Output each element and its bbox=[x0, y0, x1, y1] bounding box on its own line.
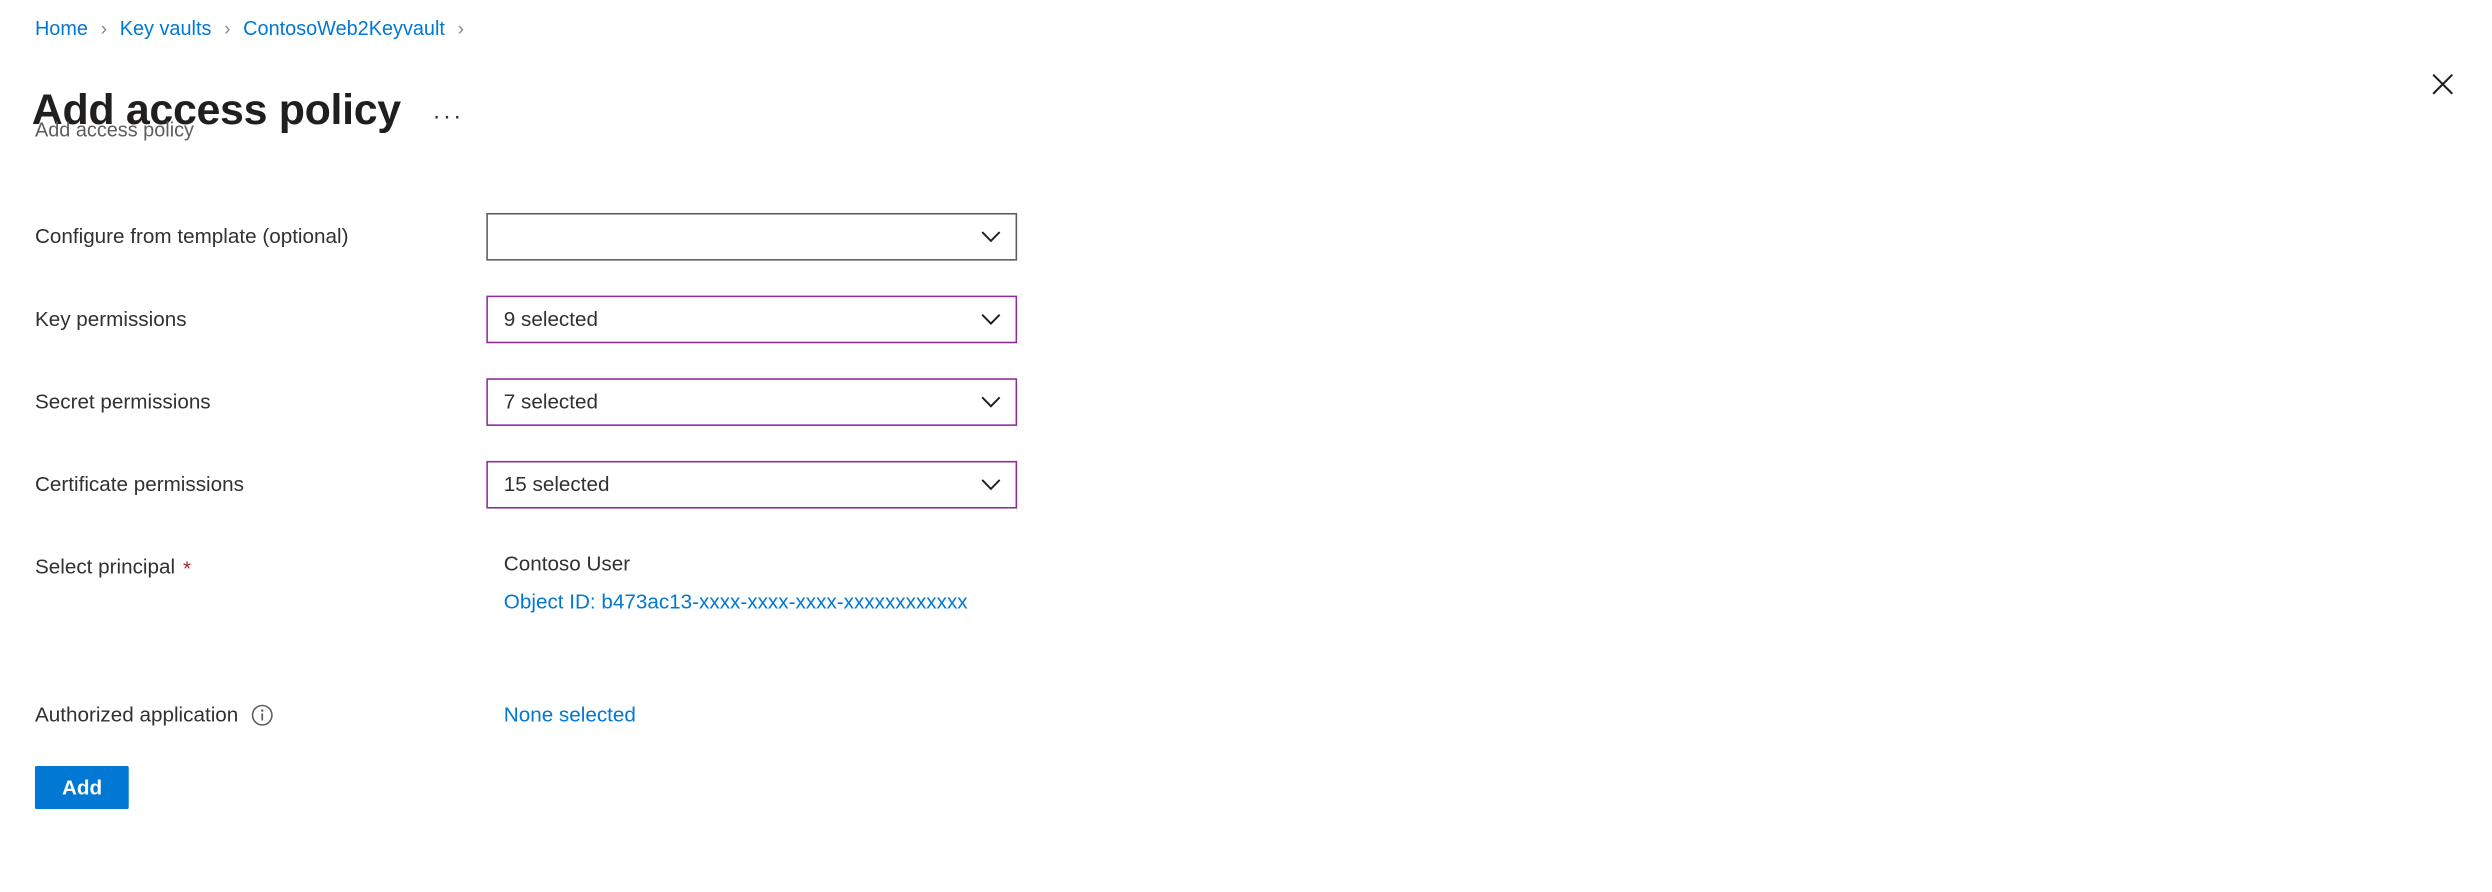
key-permissions-dropdown[interactable]: 9 selected bbox=[486, 295, 1018, 344]
breadcrumb-item-home[interactable]: Home bbox=[35, 16, 88, 41]
label-text: Select principal bbox=[34, 554, 176, 579]
control-authorized-application: None selected bbox=[486, 691, 2492, 731]
breadcrumb-item-key-vaults[interactable]: Key vaults bbox=[120, 16, 212, 41]
label-secret-permissions: Secret permissions bbox=[35, 378, 486, 418]
label-select-principal: Select principal * bbox=[35, 544, 486, 584]
row-key-permissions: Key permissions 9 selected bbox=[0, 295, 2492, 344]
selected-principal[interactable]: Contoso User Object ID: b473ac13-xxxx-xx… bbox=[486, 544, 2492, 619]
form-actions: Add bbox=[0, 766, 2492, 809]
key-permissions-value: 9 selected bbox=[503, 306, 598, 331]
label-configure-from-template: Configure from template (optional) bbox=[35, 213, 486, 253]
breadcrumb: Home › Key vaults › ContosoWeb2Keyvault … bbox=[35, 16, 477, 41]
label-text: Authorized application bbox=[34, 702, 239, 727]
close-button[interactable] bbox=[2419, 60, 2467, 108]
authorized-application-value[interactable]: None selected bbox=[486, 691, 636, 731]
label-text: Certificate permissions bbox=[34, 472, 244, 496]
close-icon bbox=[2432, 73, 2454, 95]
chevron-down-icon bbox=[981, 396, 1002, 409]
required-indicator: * bbox=[183, 555, 192, 580]
chevron-down-icon bbox=[981, 478, 1002, 491]
secret-permissions-dropdown[interactable]: 7 selected bbox=[486, 378, 1018, 426]
row-spacer bbox=[0, 653, 2492, 691]
principal-display-name: Contoso User bbox=[503, 551, 631, 576]
configure-from-template-dropdown[interactable] bbox=[486, 212, 1018, 261]
control-secret-permissions: 7 selected bbox=[486, 378, 2492, 426]
certificate-permissions-dropdown[interactable]: 15 selected bbox=[486, 460, 1018, 509]
label-text: Key permissions bbox=[34, 306, 187, 331]
more-options-icon[interactable]: ··· bbox=[426, 103, 470, 132]
control-certificate-permissions: 15 selected bbox=[486, 460, 2492, 509]
row-secret-permissions: Secret permissions 7 selected bbox=[0, 378, 2492, 426]
row-certificate-permissions: Certificate permissions 15 selected bbox=[0, 460, 2492, 509]
breadcrumb-separator-icon: › bbox=[100, 17, 108, 40]
control-select-principal: Contoso User Object ID: b473ac13-xxxx-xx… bbox=[486, 544, 2492, 619]
principal-object-id[interactable]: Object ID: b473ac13-xxxx-xxxx-xxxx-xxxxx… bbox=[504, 586, 2492, 618]
row-select-principal: Select principal * Contoso User Object I… bbox=[0, 544, 2492, 619]
label-certificate-permissions: Certificate permissions bbox=[35, 461, 486, 501]
row-configure-from-template: Configure from template (optional) bbox=[0, 212, 2492, 261]
page-subtitle: Add access policy bbox=[34, 119, 194, 142]
label-key-permissions: Key permissions bbox=[35, 296, 486, 336]
label-authorized-application: Authorized application bbox=[35, 691, 486, 731]
add-button[interactable]: Add bbox=[34, 766, 130, 809]
add-access-policy-blade: Home › Key vaults › ContosoWeb2Keyvault … bbox=[0, 0, 2492, 892]
certificate-permissions-value: 15 selected bbox=[503, 472, 610, 496]
row-authorized-application: Authorized application None selected bbox=[0, 691, 2492, 731]
chevron-down-icon bbox=[981, 313, 1002, 326]
control-key-permissions: 9 selected bbox=[486, 295, 2492, 344]
access-policy-form: Configure from template (optional) Key p… bbox=[0, 212, 2492, 809]
page-title-row: Add access policy ··· bbox=[32, 54, 470, 165]
chevron-down-icon bbox=[981, 230, 1002, 243]
breadcrumb-separator-icon: › bbox=[224, 17, 231, 40]
control-configure-from-template bbox=[486, 212, 2492, 261]
info-icon[interactable] bbox=[251, 704, 273, 726]
breadcrumb-separator-icon: › bbox=[457, 17, 464, 40]
breadcrumb-item-contosoweb2keyvault[interactable]: ContosoWeb2Keyvault bbox=[243, 16, 445, 41]
secret-permissions-value: 7 selected bbox=[503, 389, 598, 414]
label-text: Secret permissions bbox=[34, 389, 211, 414]
label-text: Configure from template (optional) bbox=[34, 224, 349, 248]
